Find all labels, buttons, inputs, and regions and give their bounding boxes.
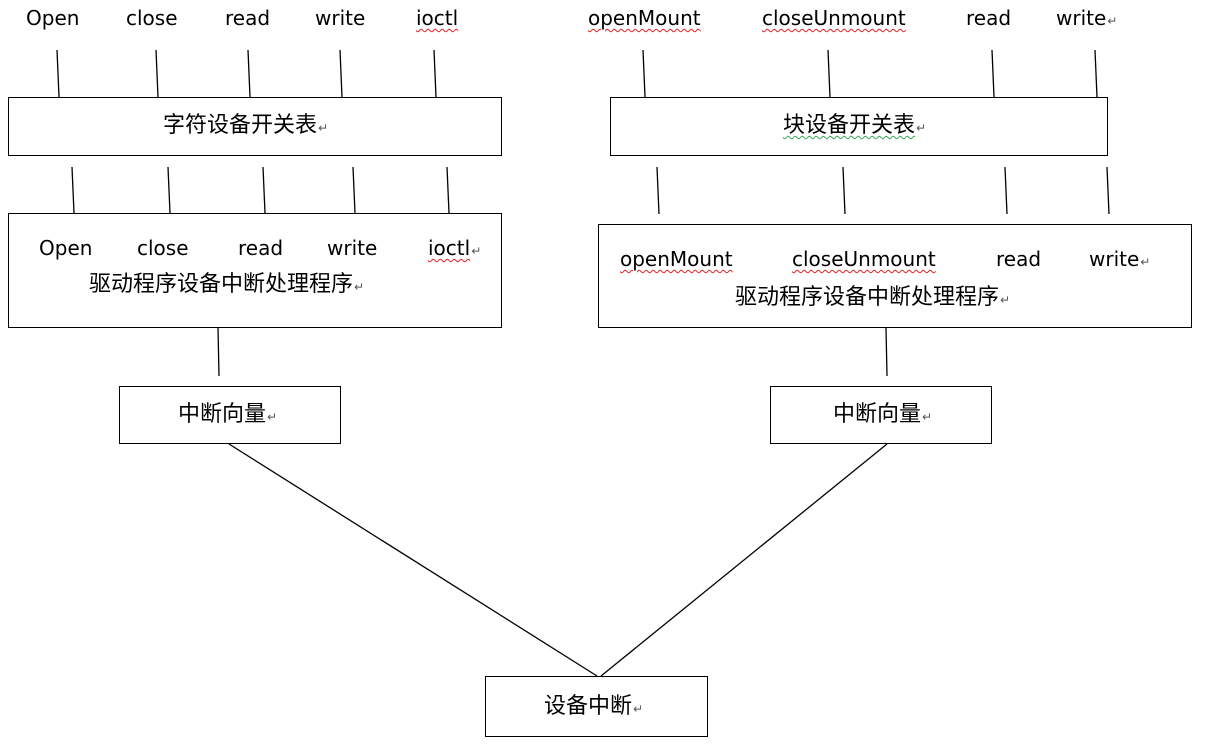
block-driver-op-closeunmount: closeUnmount — [792, 247, 936, 271]
block-top-op-write: write↵ — [1056, 8, 1117, 28]
connector-line — [247, 49, 251, 98]
block-driver-op-read: read — [996, 247, 1042, 271]
connector-line — [642, 49, 646, 98]
block-switch-table-box: 块设备开关表↵ — [610, 97, 1108, 156]
char-driver-box: Open close read write ioctl↵ 驱动程序设备中断处理程… — [8, 213, 502, 328]
paragraph-mark-icon: ↵ — [1000, 293, 1011, 307]
char-top-op-read: read — [225, 6, 271, 30]
char-interrupt-vector-label: 中断向量↵ — [178, 404, 277, 426]
char-driver-title: 驱动程序设备中断处理程序↵ — [89, 274, 364, 296]
paragraph-mark-icon: ↵ — [916, 121, 927, 135]
block-top-op-write-text: write — [1056, 6, 1107, 30]
paragraph-mark-icon: ↵ — [922, 410, 933, 424]
connector-line — [262, 166, 266, 214]
connector-line — [1094, 49, 1098, 98]
block-interrupt-vector-text: 中断向量 — [833, 402, 922, 427]
char-interrupt-vector-text: 中断向量 — [178, 402, 267, 427]
char-switch-table-text: 字符设备开关表 — [163, 113, 318, 138]
block-interrupt-vector-box: 中断向量↵ — [770, 386, 992, 444]
connector-line — [656, 166, 660, 215]
connector-line — [885, 327, 888, 377]
char-interrupt-vector-box: 中断向量↵ — [119, 386, 341, 444]
block-switch-table-text: 块设备开关表 — [783, 113, 916, 138]
char-driver-op-close: close — [137, 236, 189, 260]
paragraph-mark-icon: ↵ — [318, 121, 329, 135]
char-driver-op-write: write — [327, 236, 378, 260]
paragraph-mark-icon: ↵ — [1140, 255, 1151, 269]
char-switch-table-label: 字符设备开关表↵ — [163, 115, 328, 137]
char-driver-op-ioctl: ioctl↵ — [428, 238, 481, 258]
connector-line — [56, 49, 60, 98]
char-driver-op-open: Open — [39, 236, 93, 260]
block-driver-title: 驱动程序设备中断处理程序↵ — [735, 287, 1010, 309]
paragraph-mark-icon: ↵ — [471, 244, 482, 258]
block-driver-title-text: 驱动程序设备中断处理程序 — [735, 285, 1000, 310]
paragraph-mark-icon: ↵ — [633, 702, 644, 716]
block-top-op-read: read — [966, 6, 1012, 30]
connector-line — [600, 443, 888, 677]
paragraph-mark-icon: ↵ — [267, 410, 278, 424]
char-top-op-write: write — [315, 6, 366, 30]
connector-line — [228, 443, 598, 677]
connector-line — [167, 166, 171, 214]
block-driver-op-write-text: write — [1089, 247, 1140, 271]
connector-line — [991, 49, 995, 98]
device-interrupt-label: 设备中断↵ — [544, 696, 643, 718]
device-interrupt-box: 设备中断↵ — [485, 676, 708, 737]
connector-line — [842, 166, 846, 215]
paragraph-mark-icon: ↵ — [1107, 14, 1118, 28]
connector-line — [446, 166, 450, 214]
connector-line — [433, 49, 437, 98]
connector-line — [1004, 166, 1008, 215]
paragraph-mark-icon: ↵ — [354, 280, 365, 294]
block-driver-op-openmount: openMount — [620, 247, 733, 271]
block-top-op-closeunmount: closeUnmount — [762, 6, 906, 30]
char-driver-title-text: 驱动程序设备中断处理程序 — [89, 272, 354, 297]
connector-line — [1106, 166, 1110, 215]
diagram-canvas: Open close read write ioctl 字符设备开关表↵ Ope… — [0, 0, 1208, 744]
block-top-op-openmount: openMount — [588, 6, 701, 30]
device-interrupt-text: 设备中断 — [544, 694, 633, 719]
char-switch-table-box: 字符设备开关表↵ — [8, 97, 502, 156]
char-driver-op-read: read — [238, 236, 284, 260]
block-interrupt-vector-label: 中断向量↵ — [833, 404, 932, 426]
connector-line — [71, 166, 75, 214]
connector-line — [217, 327, 220, 377]
connector-line — [339, 49, 343, 98]
char-top-op-open: Open — [26, 6, 80, 30]
connector-line — [827, 49, 831, 98]
char-top-op-close: close — [126, 6, 178, 30]
block-driver-box: openMount closeUnmount read write↵ 驱动程序设… — [598, 224, 1192, 328]
block-switch-table-label: 块设备开关表↵ — [783, 115, 926, 137]
connector-line — [155, 49, 159, 98]
block-driver-op-write: write↵ — [1089, 249, 1150, 269]
char-top-op-ioctl: ioctl — [416, 6, 459, 30]
char-driver-op-ioctl-text: ioctl — [428, 236, 471, 260]
connector-line — [352, 166, 356, 214]
